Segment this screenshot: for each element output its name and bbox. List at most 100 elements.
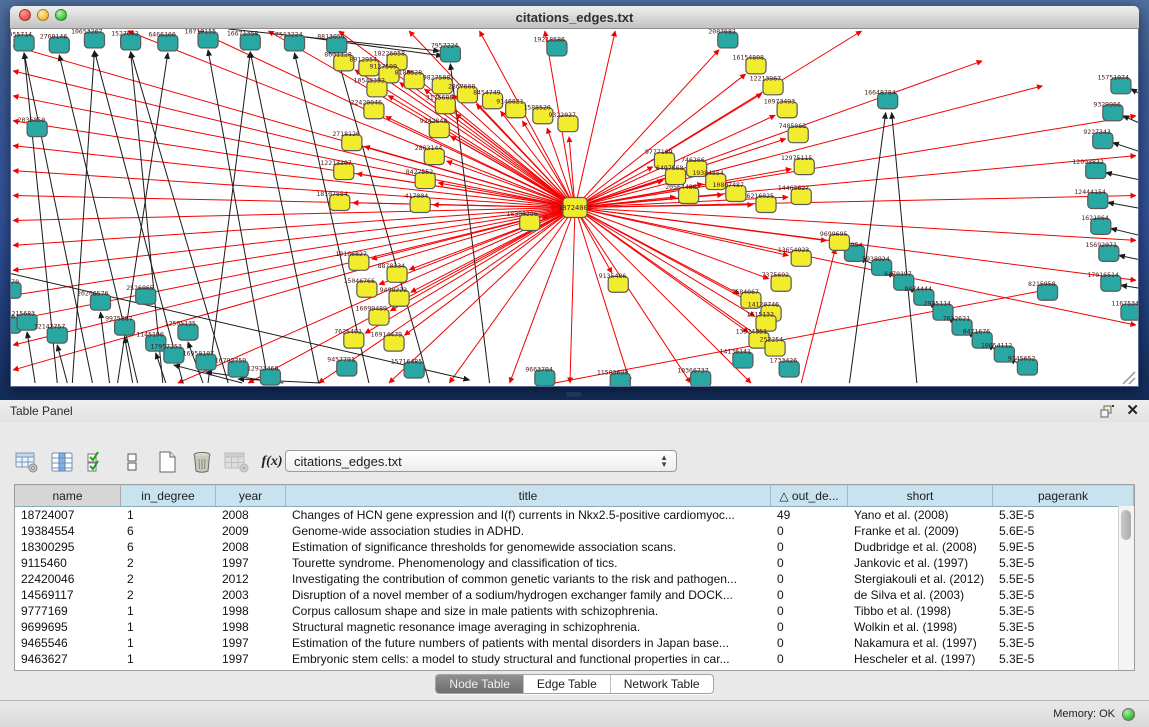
graph-edge-black[interactable] — [250, 52, 318, 383]
scrollbar-thumb[interactable] — [1121, 510, 1131, 540]
table-cell[interactable]: 5.9E-5 — [993, 540, 1134, 554]
table-cell[interactable]: Stergiakouli et al. (2012) — [848, 572, 993, 586]
table-row[interactable]: 2242004622012Investigating the contribut… — [15, 571, 1134, 587]
table-source-select[interactable]: citations_edges.txt ▲▼ — [285, 450, 677, 472]
window-titlebar[interactable]: citations_edges.txt — [10, 6, 1139, 29]
table-cell[interactable]: Embryonic stem cells: a model to study s… — [286, 652, 771, 666]
table-row[interactable]: 1456911722003Disruption of a novel membe… — [15, 587, 1134, 603]
table-cell[interactable]: 5.3E-5 — [993, 652, 1134, 666]
tab-edge-table[interactable]: Edge Table — [523, 675, 610, 693]
table-cell[interactable]: 9699695 — [15, 620, 121, 634]
column-header-year[interactable]: year — [216, 485, 286, 506]
table-cell[interactable]: Structural magnetic resonance image aver… — [286, 620, 771, 634]
graph-edge-black[interactable] — [208, 52, 250, 383]
table-cell[interactable]: Yano et al. (2008) — [848, 508, 993, 522]
table-cell[interactable]: 2012 — [216, 572, 286, 586]
table-cell[interactable]: 5.3E-5 — [993, 588, 1134, 602]
graph-edge-black[interactable] — [1111, 228, 1138, 238]
graph-edge-red[interactable] — [569, 137, 575, 208]
table-row[interactable]: 1830029562008Estimation of significance … — [15, 539, 1134, 555]
table-row[interactable]: 911546021997Tourette syndrome. Phenomeno… — [15, 555, 1134, 571]
table-cell[interactable]: Tibbo et al. (1998) — [848, 604, 993, 618]
table-cell[interactable]: Franke et al. (2009) — [848, 524, 993, 538]
table-cell[interactable]: 0 — [771, 604, 848, 618]
table-cell[interactable]: 1998 — [216, 604, 286, 618]
graph-edge-red[interactable] — [357, 174, 575, 208]
column-header-indegree[interactable]: in_degree — [121, 485, 216, 506]
table-row[interactable]: 946554611997Estimation of the future num… — [15, 635, 1134, 651]
table-cell[interactable]: 5.3E-5 — [993, 620, 1134, 634]
graph-edge-black[interactable] — [208, 50, 268, 383]
table-cell[interactable]: 0 — [771, 636, 848, 650]
table-cell[interactable]: 2009 — [216, 524, 286, 538]
table-cell[interactable]: Nakamura et al. (1997) — [848, 636, 993, 650]
table-cell[interactable]: 14569117 — [15, 588, 121, 602]
table-cell[interactable]: Disruption of a novel member of a sodium… — [286, 588, 771, 602]
close-panel-icon[interactable]: ✕ — [1126, 404, 1139, 418]
table-cell[interactable]: 6 — [121, 524, 216, 538]
column-header-pagerank[interactable]: pagerank — [993, 485, 1134, 506]
table-cell[interactable]: 9115460 — [15, 556, 121, 570]
table-cell[interactable]: 0 — [771, 620, 848, 634]
graph-edge-black[interactable] — [1121, 285, 1138, 290]
table-cell[interactable]: 19384554 — [15, 524, 121, 538]
table-cell[interactable]: 0 — [771, 572, 848, 586]
table-cell[interactable]: Estimation of significance thresholds fo… — [286, 540, 771, 554]
table-cell[interactable]: 1 — [121, 636, 216, 650]
minimize-window-button[interactable] — [37, 9, 49, 21]
column-header-name[interactable]: name — [15, 485, 121, 506]
table-cell[interactable]: Tourette syndrome. Phenomenology and cla… — [286, 556, 771, 570]
function-builder-button[interactable]: f(x) — [259, 449, 285, 475]
table-row[interactable]: 1872400712008Changes of HCN gene express… — [15, 507, 1134, 523]
select-columns-button[interactable] — [84, 449, 110, 475]
table-cell[interactable]: Dudbridge et al. (2008) — [848, 540, 993, 554]
table-cell[interactable]: 2 — [121, 556, 216, 570]
table-cell[interactable]: Wolkin et al. (1998) — [848, 620, 993, 634]
table-cell[interactable]: Genome-wide association studies in ADHD. — [286, 524, 771, 538]
table-cell[interactable]: 5.6E-5 — [993, 524, 1134, 538]
tab-network-table[interactable]: Network Table — [610, 675, 713, 693]
table-cell[interactable]: 1 — [121, 508, 216, 522]
table-row[interactable]: 946362711997Embryonic stem cells: a mode… — [15, 651, 1134, 667]
graph-edge-red[interactable] — [13, 208, 575, 371]
delete-table-button-disabled[interactable] — [224, 449, 250, 475]
table-cell[interactable]: 0 — [771, 524, 848, 538]
graph-edge-black[interactable] — [57, 345, 67, 383]
graph-edge-black[interactable] — [1106, 173, 1138, 183]
table-options-button[interactable] — [14, 449, 40, 475]
column-header-outde[interactable]: △ out_de... — [771, 485, 848, 506]
table-cell[interactable]: 1 — [121, 604, 216, 618]
table-cell[interactable]: 5.3E-5 — [993, 636, 1134, 650]
table-cell[interactable]: 0 — [771, 556, 848, 570]
graph-edge-red[interactable] — [13, 96, 575, 208]
graph-edge-red[interactable] — [510, 208, 575, 384]
graph-edge-red[interactable] — [575, 208, 769, 279]
close-window-button[interactable] — [19, 9, 31, 21]
table-vertical-scrollbar[interactable] — [1118, 506, 1134, 670]
table-cell[interactable]: de Silva et al. (2003) — [848, 588, 993, 602]
table-row[interactable]: 1938455462009Genome-wide association stu… — [15, 523, 1134, 539]
table-cell[interactable]: 1997 — [216, 556, 286, 570]
table-cell[interactable]: 5.3E-5 — [993, 556, 1134, 570]
table-cell[interactable]: Corpus callosum shape and size in male p… — [286, 604, 771, 618]
table-cell[interactable]: 9777169 — [15, 604, 121, 618]
tab-node-table[interactable]: Node Table — [436, 675, 523, 693]
table-cell[interactable]: 49 — [771, 508, 848, 522]
row-height-button[interactable] — [119, 449, 145, 475]
table-cell[interactable]: 1997 — [216, 636, 286, 650]
graph-edge-red[interactable] — [575, 208, 691, 384]
graph-edge-red[interactable] — [575, 208, 630, 384]
resize-grip[interactable] — [1123, 372, 1135, 384]
graph-edge-black[interactable] — [1119, 255, 1138, 262]
delete-column-button[interactable] — [189, 449, 215, 475]
table-cell[interactable]: 5.5E-5 — [993, 572, 1134, 586]
table-cell[interactable]: Hescheler et al. (1997) — [848, 652, 993, 666]
graph-edge-red[interactable] — [570, 208, 575, 384]
graph-edge-red[interactable] — [390, 208, 575, 311]
graph-edge-red[interactable] — [801, 248, 835, 383]
table-cell[interactable]: 2008 — [216, 540, 286, 554]
table-cell[interactable]: 2003 — [216, 588, 286, 602]
graph-edge-red[interactable] — [575, 208, 751, 384]
table-cell[interactable]: Jankovic et al. (1997) — [848, 556, 993, 570]
table-cell[interactable]: 1997 — [216, 652, 286, 666]
